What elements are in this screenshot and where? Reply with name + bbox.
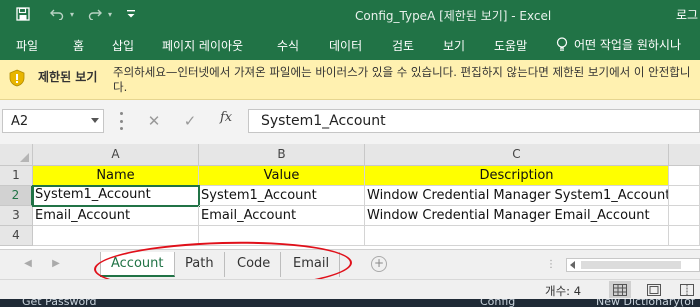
scroll-left-icon[interactable] <box>570 261 575 269</box>
cell-d4[interactable] <box>669 226 700 246</box>
insert-function-button[interactable]: fx <box>220 110 232 125</box>
scrollbar-thumb[interactable] <box>581 261 681 269</box>
cell-d1[interactable] <box>669 166 700 186</box>
shield-icon <box>8 69 26 87</box>
chevron-down-icon[interactable] <box>91 118 99 123</box>
name-box[interactable]: A2 <box>2 109 104 133</box>
title-bar: ▾ ▾ Config_TypeA [제한된 보기] - Excel 로그 <box>0 0 700 28</box>
taskbar-item-get-password[interactable]: Get Password <box>22 299 96 307</box>
undo-icon[interactable] <box>48 4 66 24</box>
cell-c2[interactable]: Window Credential Manager System1_Accoun… <box>365 186 669 206</box>
undo-dropdown-icon[interactable]: ▾ <box>67 4 77 24</box>
window-title: Config_TypeA [제한된 보기] - Excel <box>355 9 552 23</box>
horizontal-scrollbar[interactable] <box>566 258 700 272</box>
taskbar-item-config[interactable]: Config <box>480 299 515 307</box>
spreadsheet-grid: A B C 1 2 3 4 Name Value Description Sys… <box>0 144 700 249</box>
taskbar-item-dictionary[interactable]: New Dictionary(of <box>596 299 695 307</box>
sheet-tab-path[interactable]: Path <box>175 252 225 277</box>
status-count: 개수: 4 <box>545 284 582 298</box>
select-all-button[interactable] <box>0 144 33 166</box>
row-header-2[interactable]: 2 <box>0 186 33 206</box>
column-header-a[interactable]: A <box>33 144 199 166</box>
cell-b2[interactable]: System1_Account <box>199 186 365 206</box>
split-handle-icon[interactable]: ⋮ <box>546 259 556 270</box>
tell-me-search[interactable]: 어떤 작업을 원하시나 <box>556 36 681 53</box>
login-button[interactable]: 로그 <box>676 6 698 23</box>
tell-me-label: 어떤 작업을 원하시나 <box>574 38 681 52</box>
column-header-b[interactable]: B <box>199 144 365 166</box>
sheet-tab-bar: ◀ ▶ Account Path Code Email + ⋮ <box>0 249 700 279</box>
enter-checkmark-icon[interactable]: ✓ <box>176 110 204 132</box>
cell-a4[interactable] <box>33 226 199 246</box>
taskbar-strip: Get Password Config New Dictionary(of <box>0 299 700 307</box>
tab-review[interactable]: 검토 <box>392 37 414 54</box>
cell-b3[interactable]: Email_Account <box>199 206 365 226</box>
save-icon[interactable] <box>14 4 32 24</box>
tab-home[interactable]: 홈 <box>73 37 84 54</box>
lightbulb-icon <box>556 37 568 52</box>
cell-d2[interactable] <box>669 186 700 206</box>
normal-view-icon[interactable] <box>609 281 631 298</box>
drag-handle-icon[interactable] <box>120 112 123 130</box>
next-sheet-icon[interactable]: ▶ <box>50 258 62 270</box>
tab-insert[interactable]: 삽입 <box>112 37 134 54</box>
cell-c4[interactable] <box>365 226 669 246</box>
column-header-d[interactable] <box>669 144 700 166</box>
row-header-4[interactable]: 4 <box>0 226 33 246</box>
formula-input[interactable]: System1_Account <box>248 109 700 133</box>
tab-data[interactable]: 데이터 <box>329 37 362 54</box>
prev-sheet-icon[interactable]: ◀ <box>22 258 34 270</box>
cell-a2[interactable]: System1_Account <box>32 185 200 207</box>
cancel-icon[interactable]: ✕ <box>140 110 168 132</box>
sheet-tab-email[interactable]: Email <box>283 252 341 277</box>
column-header-c[interactable]: C <box>365 144 669 166</box>
customize-toolbar-icon[interactable] <box>124 4 138 24</box>
page-layout-view-icon[interactable] <box>643 281 665 298</box>
add-sheet-button[interactable]: + <box>371 256 387 272</box>
ribbon-tabs: 파일 홈 삽입 페이지 레이아웃 수식 데이터 검토 보기 도움말 어떤 작업을… <box>0 28 700 60</box>
tab-page-layout[interactable]: 페이지 레이아웃 <box>162 37 243 54</box>
redo-icon[interactable] <box>86 4 104 24</box>
tab-file[interactable]: 파일 <box>16 37 38 54</box>
row-header-3[interactable]: 3 <box>0 206 33 226</box>
protected-view-message: 주의하세요—인터넷에서 가져온 파일에는 바이러스가 있을 수 있습니다. 편집… <box>113 65 691 94</box>
row-header-1[interactable]: 1 <box>0 166 33 186</box>
cell-a1[interactable]: Name <box>33 166 199 186</box>
tab-view[interactable]: 보기 <box>443 37 465 54</box>
cell-b1[interactable]: Value <box>199 166 365 186</box>
tab-formulas[interactable]: 수식 <box>277 37 299 54</box>
formula-value: System1_Account <box>261 113 386 129</box>
page-break-view-icon[interactable] <box>676 281 698 298</box>
protected-view-title: 제한된 보기 <box>38 70 98 84</box>
redo-dropdown-icon[interactable]: ▾ <box>105 4 115 24</box>
cell-a3[interactable]: Email_Account <box>33 206 199 226</box>
formula-bar: A2 ✕ ✓ fx System1_Account <box>0 100 700 144</box>
cell-d3[interactable] <box>669 206 700 226</box>
protected-view-bar: 제한된 보기 주의하세요—인터넷에서 가져온 파일에는 바이러스가 있을 수 있… <box>0 60 700 100</box>
status-bar: 개수: 4 <box>0 279 700 299</box>
sheet-tab-account[interactable]: Account <box>100 252 175 277</box>
cell-c3[interactable]: Window Credential Manager Email_Account <box>365 206 669 226</box>
sheet-tab-code[interactable]: Code <box>227 252 282 277</box>
cell-b4[interactable] <box>199 226 365 246</box>
name-box-value: A2 <box>11 114 29 129</box>
cell-c1[interactable]: Description <box>365 166 669 186</box>
tab-help[interactable]: 도움말 <box>494 37 527 54</box>
